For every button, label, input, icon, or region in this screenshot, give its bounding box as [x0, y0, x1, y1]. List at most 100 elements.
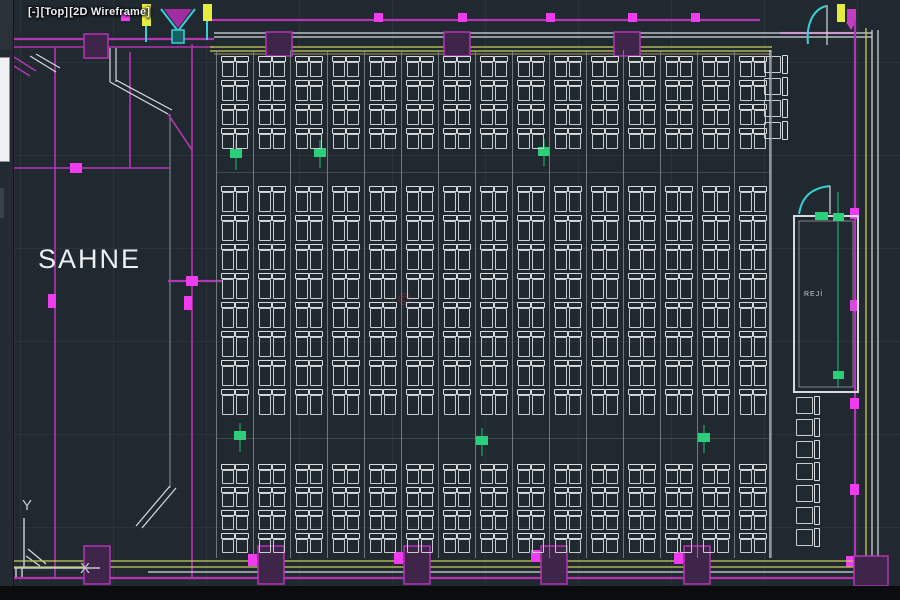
aisle-line[interactable] — [549, 50, 550, 558]
seat[interactable] — [666, 186, 678, 212]
aisle-line[interactable] — [438, 50, 439, 558]
seat[interactable] — [569, 273, 581, 299]
seat[interactable] — [273, 533, 285, 553]
seat[interactable] — [592, 302, 604, 328]
aisle-line[interactable] — [734, 50, 735, 558]
seat[interactable] — [481, 464, 493, 484]
seat[interactable] — [717, 360, 729, 386]
seat[interactable] — [310, 215, 322, 241]
seat[interactable] — [296, 487, 308, 507]
seat[interactable] — [666, 360, 678, 386]
seat[interactable] — [458, 487, 470, 507]
seat[interactable] — [629, 389, 641, 415]
seat[interactable] — [444, 215, 456, 241]
seat[interactable] — [310, 487, 322, 507]
seat[interactable] — [495, 510, 507, 530]
docked-palette-edge[interactable] — [0, 57, 10, 162]
seat[interactable] — [754, 510, 766, 530]
seat[interactable] — [754, 487, 766, 507]
seat[interactable] — [458, 510, 470, 530]
seat[interactable] — [666, 273, 678, 299]
seat[interactable] — [296, 533, 308, 553]
seat[interactable] — [370, 128, 382, 149]
seat[interactable] — [495, 56, 507, 77]
seat[interactable] — [569, 186, 581, 212]
seat[interactable] — [384, 56, 396, 77]
seat[interactable] — [569, 464, 581, 484]
seat[interactable] — [333, 360, 345, 386]
seat[interactable] — [680, 464, 692, 484]
seat[interactable] — [518, 302, 530, 328]
seat[interactable] — [259, 104, 271, 125]
seat[interactable] — [370, 302, 382, 328]
seat[interactable] — [310, 273, 322, 299]
seat[interactable] — [481, 302, 493, 328]
seat[interactable] — [259, 186, 271, 212]
seat[interactable] — [495, 302, 507, 328]
seat[interactable] — [592, 464, 604, 484]
seat[interactable] — [606, 464, 618, 484]
seat[interactable] — [754, 215, 766, 241]
seat[interactable] — [680, 533, 692, 553]
seat[interactable] — [310, 533, 322, 553]
seat[interactable] — [481, 533, 493, 553]
seat[interactable] — [680, 302, 692, 328]
seat[interactable] — [518, 244, 530, 270]
seat[interactable] — [606, 128, 618, 149]
seat[interactable] — [666, 331, 678, 357]
seat[interactable] — [592, 80, 604, 101]
seat[interactable] — [666, 389, 678, 415]
seat[interactable] — [740, 215, 752, 241]
seat[interactable] — [407, 273, 419, 299]
seat[interactable] — [606, 360, 618, 386]
seat[interactable] — [592, 56, 604, 77]
seat[interactable] — [643, 244, 655, 270]
seat[interactable] — [421, 104, 433, 125]
seat[interactable] — [606, 186, 618, 212]
seat[interactable] — [236, 56, 248, 77]
seat[interactable] — [495, 331, 507, 357]
seat[interactable] — [296, 215, 308, 241]
seat[interactable] — [532, 510, 544, 530]
seat[interactable] — [333, 56, 345, 77]
seat[interactable] — [236, 331, 248, 357]
seat[interactable] — [370, 510, 382, 530]
seat[interactable] — [495, 273, 507, 299]
seat[interactable] — [532, 533, 544, 553]
seat[interactable] — [717, 215, 729, 241]
seat[interactable] — [407, 80, 419, 101]
seat[interactable] — [680, 186, 692, 212]
seat[interactable] — [273, 302, 285, 328]
seat[interactable] — [481, 56, 493, 77]
seat[interactable] — [717, 510, 729, 530]
seat[interactable] — [273, 128, 285, 149]
seat[interactable] — [333, 273, 345, 299]
seat[interactable] — [296, 80, 308, 101]
seat[interactable] — [310, 80, 322, 101]
seat[interactable] — [444, 487, 456, 507]
seat[interactable] — [481, 80, 493, 101]
seat[interactable] — [384, 464, 396, 484]
seat[interactable] — [384, 533, 396, 553]
seat[interactable] — [555, 273, 567, 299]
seat[interactable] — [481, 186, 493, 212]
seat[interactable] — [643, 302, 655, 328]
seat[interactable] — [347, 487, 359, 507]
seat[interactable] — [666, 487, 678, 507]
seat[interactable] — [555, 510, 567, 530]
seat[interactable] — [273, 244, 285, 270]
seat[interactable] — [532, 80, 544, 101]
seat[interactable] — [629, 533, 641, 553]
seat[interactable] — [384, 244, 396, 270]
seat[interactable] — [222, 360, 234, 386]
seat[interactable] — [458, 186, 470, 212]
seat[interactable] — [643, 186, 655, 212]
seat[interactable] — [717, 487, 729, 507]
seat[interactable] — [606, 533, 618, 553]
seat[interactable] — [643, 360, 655, 386]
seat[interactable] — [569, 510, 581, 530]
seat[interactable] — [703, 464, 715, 484]
seat[interactable] — [518, 533, 530, 553]
seat[interactable] — [481, 104, 493, 125]
seat[interactable] — [384, 215, 396, 241]
